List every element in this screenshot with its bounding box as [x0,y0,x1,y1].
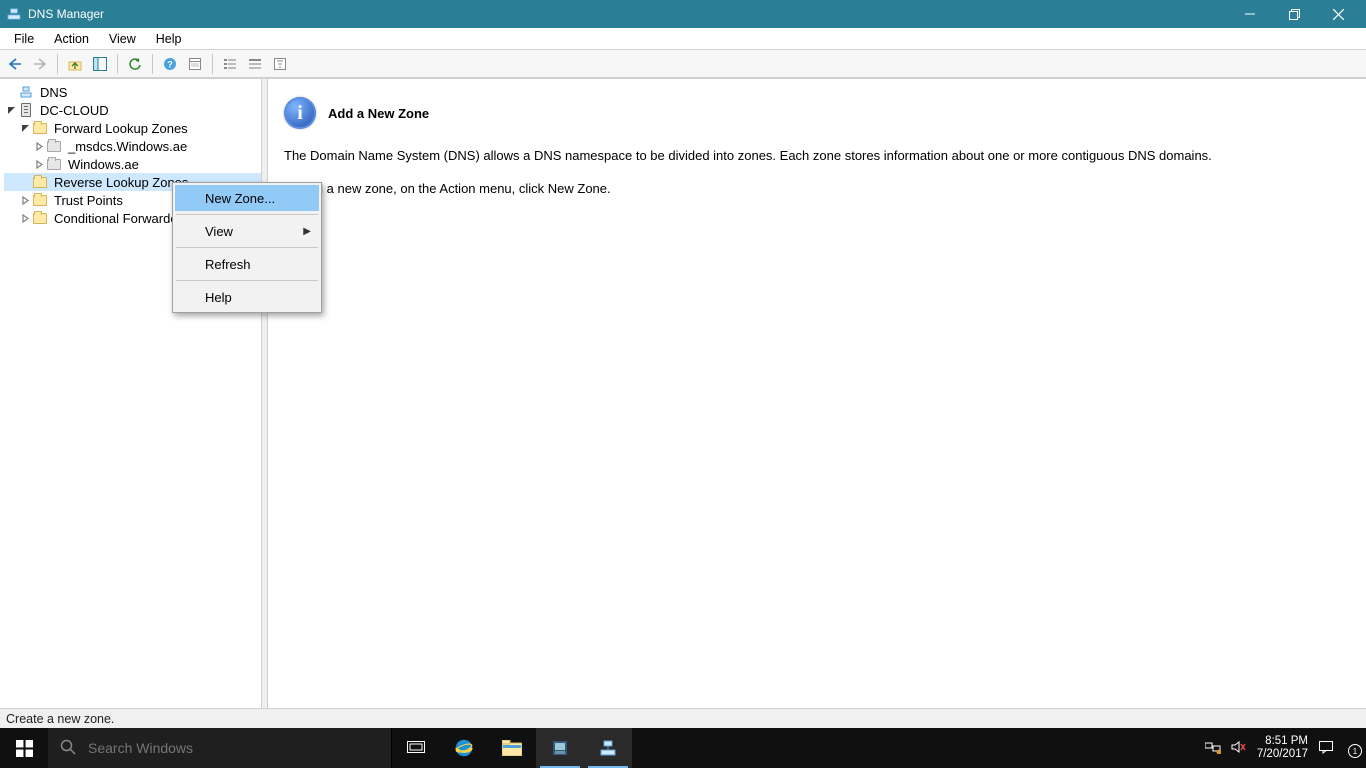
context-menu-view[interactable]: View ▶ [175,218,319,244]
tree-label: Trust Points [52,193,125,208]
content-paragraph-2: To add a new zone, on the Action menu, c… [284,180,1350,199]
filter-button[interactable] [269,53,291,75]
tree-label: Windows.ae [66,157,141,172]
dns-root-icon [18,84,34,100]
expand-icon[interactable] [18,214,32,223]
tree-label: DC-CLOUD [38,103,111,118]
taskbar-tasks [392,728,632,768]
tree-pane: DNS DC-CLOUD Forward Lookup Zones _msdcs… [0,79,262,708]
tray-date: 7/20/2017 [1257,748,1308,761]
nav-back-button[interactable] [4,53,26,75]
collapse-icon[interactable] [18,124,32,133]
tree-node-msdcs-zone[interactable]: _msdcs.Windows.ae [4,137,261,155]
client-area: DNS DC-CLOUD Forward Lookup Zones _msdcs… [0,78,1366,708]
expand-icon[interactable] [32,160,46,169]
refresh-button[interactable] [124,53,146,75]
tree-label: _msdcs.Windows.ae [66,139,189,154]
help-button[interactable]: ? [159,53,181,75]
folder-icon [32,192,48,208]
show-hide-tree-button[interactable] [89,53,111,75]
menubar: File Action View Help [0,28,1366,50]
taskbar-app-ie[interactable] [440,728,488,768]
context-menu: New Zone... View ▶ Refresh Help [172,182,322,313]
svg-text:?: ? [167,59,173,69]
maximize-button[interactable] [1272,0,1316,28]
taskbar-app-server-manager[interactable] [536,728,584,768]
context-menu-separator [176,247,318,248]
app-icon [6,6,22,22]
server-icon [18,102,34,118]
tree-label: Forward Lookup Zones [52,121,190,136]
context-menu-new-zone[interactable]: New Zone... [175,185,319,211]
submenu-arrow-icon: ▶ [303,226,311,237]
taskbar: 8:51 PM 7/20/2017 1 [0,728,1366,768]
detail-view-button[interactable] [244,53,266,75]
tray-clock[interactable]: 8:51 PM 7/20/2017 [1257,735,1308,761]
close-button[interactable] [1316,0,1360,28]
search-input[interactable] [86,739,379,757]
collapse-icon[interactable] [4,106,18,115]
menu-action[interactable]: Action [44,28,99,49]
statusbar: Create a new zone. [0,708,1366,728]
toolbar-separator [57,54,58,74]
context-menu-label: New Zone... [205,191,275,206]
titlebar: DNS Manager [0,0,1366,28]
svg-text:1: 1 [1353,747,1358,756]
tree-node-dns-root[interactable]: DNS [4,83,261,101]
nav-forward-button[interactable] [29,53,51,75]
context-menu-label: View [205,224,233,239]
window-controls [1228,0,1360,28]
info-icon: i [284,97,316,129]
minimize-button[interactable] [1228,0,1272,28]
content-inset: i Add a New Zone The Domain Name System … [268,79,1366,708]
start-button[interactable] [0,728,48,768]
content-heading: Add a New Zone [328,106,429,121]
up-level-button[interactable] [64,53,86,75]
content-paragraph-1: The Domain Name System (DNS) allows a DN… [284,147,1350,166]
statusbar-text: Create a new zone. [6,712,114,726]
toolbar-separator [117,54,118,74]
folder-icon [32,210,48,226]
context-menu-refresh[interactable]: Refresh [175,251,319,277]
tray-action-center-icon[interactable] [1318,739,1334,758]
menu-view[interactable]: View [99,28,146,49]
expand-icon[interactable] [32,142,46,151]
zone-icon [46,156,62,172]
tree-node-windows-ae-zone[interactable]: Windows.ae [4,155,261,173]
context-menu-label: Help [205,290,232,305]
context-menu-separator [176,280,318,281]
task-view-button[interactable] [392,728,440,768]
tree-label: DNS [38,85,69,100]
toolbar-separator [212,54,213,74]
taskbar-app-explorer[interactable] [488,728,536,768]
properties-button[interactable] [184,53,206,75]
tree-label: Reverse Lookup Zones [52,175,190,190]
context-menu-help[interactable]: Help [175,284,319,310]
content-pane: i Add a New Zone The Domain Name System … [268,79,1366,708]
tray-volume-icon[interactable] [1231,740,1247,757]
menu-file[interactable]: File [4,28,44,49]
tree-label: Conditional Forwarders [52,211,190,226]
system-tray: 8:51 PM 7/20/2017 1 [1197,728,1366,768]
tree-node-forward-lookup-zones[interactable]: Forward Lookup Zones [4,119,261,137]
content-heading-row: i Add a New Zone [284,97,1350,129]
tree-node-server[interactable]: DC-CLOUD [4,101,261,119]
taskbar-app-dns-manager[interactable] [584,728,632,768]
context-menu-separator [176,214,318,215]
taskbar-search[interactable] [48,728,392,768]
folder-icon [32,174,48,190]
list-view-button[interactable] [219,53,241,75]
folder-icon [32,120,48,136]
tray-network-icon[interactable] [1205,740,1221,757]
context-menu-label: Refresh [205,257,251,272]
menu-help[interactable]: Help [146,28,192,49]
tray-time: 8:51 PM [1257,735,1308,748]
toolbar-separator [152,54,153,74]
toolbar: ? [0,50,1366,78]
search-icon [60,739,76,758]
window-title: DNS Manager [28,7,1228,21]
zone-icon [46,138,62,154]
expand-icon[interactable] [18,196,32,205]
